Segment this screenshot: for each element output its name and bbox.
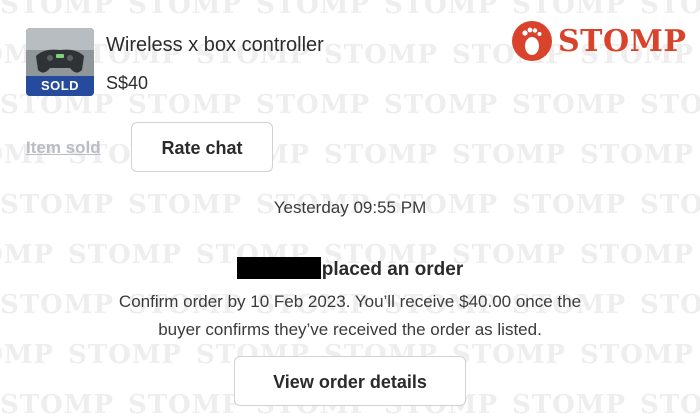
sold-badge: SOLD xyxy=(26,76,94,96)
watermark-text: STOMP xyxy=(640,90,700,120)
item-sold-link[interactable]: Item sold xyxy=(26,138,101,158)
order-note-line-1: Confirm order by 10 Feb 2023. You’ll rec… xyxy=(118,292,582,311)
rate-chat-button[interactable]: Rate chat xyxy=(131,122,273,172)
order-event-text: placed an order xyxy=(321,259,464,280)
watermark-text: STOMP xyxy=(324,140,439,170)
item-price: S$40 xyxy=(106,73,149,93)
item-thumbnail[interactable]: SOLD xyxy=(26,28,94,96)
message-timestamp: Yesterday 09:55 PM xyxy=(273,198,427,217)
order-note-line-2: buyer confirms they’ve received the orde… xyxy=(158,320,542,339)
watermark-text: STOMP xyxy=(452,340,567,370)
watermark-text: STOMP xyxy=(256,0,371,20)
watermark-text: STOMP xyxy=(68,340,183,370)
watermark-text: STOMP xyxy=(512,390,627,420)
footprint-icon xyxy=(512,21,552,61)
watermark-text: STOMP xyxy=(0,0,115,20)
watermark-text: STOMP xyxy=(0,340,55,370)
watermark-text: STOMP xyxy=(0,390,115,420)
watermark-text: STOMP xyxy=(128,390,243,420)
order-confirmation-note: Confirm order by 10 Feb 2023. You’ll rec… xyxy=(0,288,700,344)
watermark-text: STOMP xyxy=(512,0,627,20)
watermark-text: STOMP xyxy=(452,140,567,170)
watermark-text: STOMP xyxy=(128,0,243,20)
item-title[interactable]: Wireless x box controller xyxy=(106,34,324,57)
watermark-text: STOMP xyxy=(384,90,499,120)
watermark-text: STOMP xyxy=(640,0,700,20)
view-order-details-button[interactable]: View order details xyxy=(234,356,466,406)
watermark-text: STOMP xyxy=(580,340,695,370)
watermark-text: STOMP xyxy=(512,90,627,120)
brand-logo-text: STOMP xyxy=(558,23,687,59)
watermark-text: STOMP xyxy=(640,390,700,420)
watermark-text: STOMP xyxy=(384,0,499,20)
brand-logo: STOMP xyxy=(512,18,686,64)
watermark-text: STOMP xyxy=(256,90,371,120)
watermark-text: STOMP xyxy=(324,40,439,70)
redacted-buyer-name xyxy=(236,257,321,279)
watermark-text: STOMP xyxy=(580,140,695,170)
watermark-text: STOMP xyxy=(128,90,243,120)
order-event-heading: placed an order xyxy=(0,257,700,281)
